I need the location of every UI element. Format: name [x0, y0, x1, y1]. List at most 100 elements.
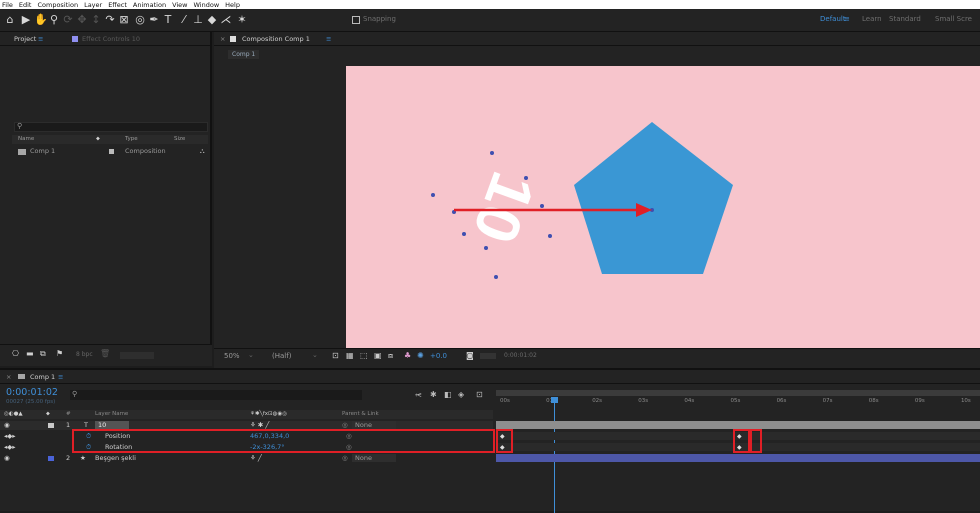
menu-lines-icon[interactable]: ≡: [844, 15, 850, 23]
color-channel-icon[interactable]: ♣: [404, 351, 411, 360]
new-composition-icon[interactable]: ⧉: [40, 349, 46, 359]
thumbnail-slider[interactable]: [120, 352, 154, 359]
workspace-learn[interactable]: Learn: [862, 15, 882, 23]
tab-effect-controls[interactable]: Effect Controls 10: [82, 32, 140, 46]
layer-2-label-color[interactable]: [48, 456, 54, 461]
layer-2-switches[interactable]: ⚘ ╱: [250, 454, 262, 463]
lock-icon[interactable]: [230, 36, 236, 42]
menu-animation[interactable]: Animation: [133, 1, 166, 9]
layer-1-name[interactable]: 10: [95, 421, 129, 429]
column-type[interactable]: Type: [125, 135, 138, 144]
transparency-grid-icon[interactable]: ▦: [346, 351, 354, 360]
menu-window[interactable]: Window: [194, 1, 220, 9]
snapping-checkbox[interactable]: [352, 16, 360, 24]
resolution-dropdown-icon[interactable]: ⌄: [312, 351, 318, 359]
zoom-dropdown-icon[interactable]: ⌄: [248, 351, 254, 359]
frame-blending-icon[interactable]: ◈: [458, 390, 464, 399]
layer-1-duration-bar[interactable]: [496, 421, 980, 429]
pentagon-shape[interactable]: [574, 122, 733, 274]
roto-brush-tool-icon[interactable]: ⋌: [220, 13, 232, 26]
interpret-footage-icon[interactable]: ⎔: [12, 349, 19, 358]
puppet-tool-icon[interactable]: ✶: [236, 13, 248, 26]
menu-file[interactable]: File: [2, 1, 13, 9]
column-parent-link[interactable]: Parent & Link: [342, 410, 379, 419]
eraser-tool-icon[interactable]: ◆: [206, 13, 218, 26]
tab-menu-icon[interactable]: ≡: [38, 32, 43, 46]
graph-editor-icon[interactable]: ⊡: [476, 390, 483, 399]
viewer-timecode[interactable]: 0:00:01:02: [504, 352, 537, 359]
menu-composition[interactable]: Composition: [37, 1, 78, 9]
close-timeline-tab-icon[interactable]: ×: [6, 370, 11, 384]
resolution[interactable]: (Half): [272, 352, 291, 360]
workspace-small-screen[interactable]: Small Scre: [935, 15, 972, 23]
guides-icon[interactable]: ▣: [374, 351, 382, 360]
clone-stamp-tool-icon[interactable]: ⊥: [192, 13, 204, 26]
layer-2-parent-pickwhip-icon[interactable]: ◎: [342, 454, 348, 463]
orbit-tool-icon[interactable]: ⟳: [62, 13, 74, 26]
zoom-level[interactable]: 50%: [224, 352, 240, 360]
timeline-tab-menu-icon[interactable]: ≡: [58, 370, 63, 384]
tab-timeline-comp-1[interactable]: Comp 1: [30, 370, 55, 384]
mask-visibility-icon[interactable]: ⬚: [360, 351, 368, 360]
text-layer-10[interactable]: 10: [459, 163, 547, 251]
menu-help[interactable]: Help: [225, 1, 240, 9]
composition-tab-menu-icon[interactable]: ≡: [326, 32, 331, 46]
layer-2-visibility-icon[interactable]: ◉: [4, 454, 10, 463]
pan-tool-icon[interactable]: ✥: [76, 13, 88, 26]
workspace-default[interactable]: Default: [820, 15, 846, 23]
menu-layer[interactable]: Layer: [84, 1, 102, 9]
layer-1-visibility-icon[interactable]: ◉: [4, 421, 10, 430]
timeline-search-input[interactable]: ⚲: [70, 390, 362, 400]
project-item-comp-1[interactable]: Comp 1 Composition ⛬: [12, 146, 208, 157]
anchor-tool-icon[interactable]: ⊠: [118, 13, 130, 26]
menu-view[interactable]: View: [172, 1, 187, 9]
view-options-icon[interactable]: ⧈: [388, 351, 393, 361]
pen-tool-icon[interactable]: ✒: [148, 13, 160, 26]
layer-2-duration-bar[interactable]: [496, 454, 980, 462]
layer-row-2[interactable]: ◉ 2 ★ Beşgen şekli ⚘ ╱ ◎ None: [0, 454, 493, 463]
close-tab-icon[interactable]: ×: [220, 32, 225, 46]
trash-icon[interactable]: 🗑: [100, 349, 110, 358]
snapshot-camera-icon[interactable]: ◙: [466, 351, 474, 360]
position-keyframe-nav-icon[interactable]: ◂◆▸: [4, 432, 16, 441]
selection-tool-icon[interactable]: ▶: [20, 13, 32, 26]
column-layer-name[interactable]: Layer Name: [95, 410, 128, 419]
layer-2-name[interactable]: Beşgen şekli: [95, 454, 136, 463]
breadcrumb[interactable]: Comp 1: [228, 50, 260, 59]
mask-tool-icon[interactable]: ◎: [134, 13, 146, 26]
zoom-tool-icon[interactable]: ⚲: [48, 13, 60, 26]
playhead-handle[interactable]: [551, 397, 558, 403]
composition-mini-flowchart-icon[interactable]: ⥷: [415, 390, 421, 400]
home-icon[interactable]: ⌂: [4, 13, 16, 26]
bpc-label[interactable]: 8 bpc: [76, 351, 93, 358]
menu-edit[interactable]: Edit: [19, 1, 32, 9]
composition-canvas[interactable]: 10: [346, 66, 980, 348]
layer-1-parent[interactable]: None: [352, 421, 396, 429]
column-name[interactable]: Name: [18, 135, 34, 144]
work-area-bar[interactable]: [496, 390, 980, 396]
brush-tool-icon[interactable]: ⁄: [178, 13, 190, 26]
show-snapshot-button[interactable]: [480, 353, 496, 359]
layer-2-parent[interactable]: None: [352, 454, 396, 462]
column-size[interactable]: Size: [174, 135, 185, 144]
project-settings-icon[interactable]: ⚑: [56, 349, 63, 358]
layer-1-label-color[interactable]: [48, 423, 54, 428]
exposure-icon[interactable]: ✺: [417, 351, 424, 360]
rotation-keyframe-nav-icon[interactable]: ◂◆▸: [4, 443, 16, 452]
tab-project[interactable]: Project: [14, 32, 36, 46]
workspace-standard[interactable]: Standard: [889, 15, 921, 23]
project-search-input[interactable]: ⚲: [14, 122, 208, 132]
new-folder-icon[interactable]: ▬: [26, 349, 34, 358]
region-of-interest-icon[interactable]: ⊡: [332, 351, 339, 360]
exposure-value[interactable]: +0.0: [430, 352, 447, 360]
hand-tool-icon[interactable]: ✋: [34, 13, 48, 26]
time-ruler[interactable]: 00s01s02s03s04s05s06s07s08s09s10s: [496, 397, 980, 407]
menu-effect[interactable]: Effect: [108, 1, 127, 9]
rotate-tool-icon[interactable]: ↷: [104, 13, 116, 26]
dolly-tool-icon[interactable]: ↕: [90, 13, 102, 26]
type-tool-icon[interactable]: T: [162, 13, 174, 26]
timeline-timecode[interactable]: 0:00:01:02: [6, 387, 58, 398]
tab-composition-comp-1[interactable]: Composition Comp 1: [242, 32, 310, 46]
hide-shy-layers-icon[interactable]: ◧: [444, 390, 452, 399]
draft-3d-icon[interactable]: ✱: [430, 390, 437, 399]
